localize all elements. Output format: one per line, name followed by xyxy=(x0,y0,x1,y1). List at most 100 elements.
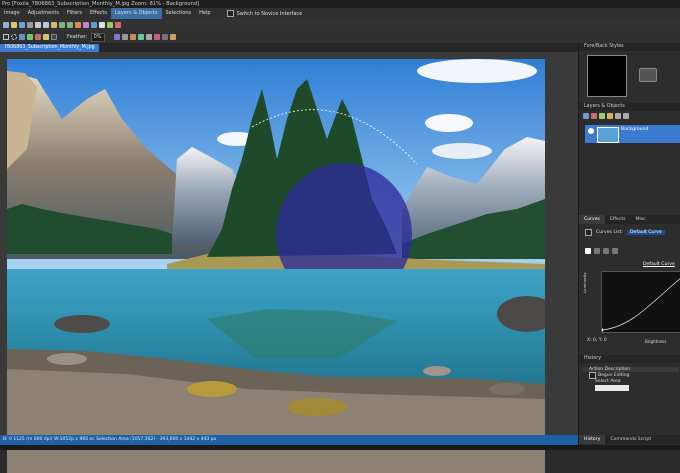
curve-channel-icon[interactable] xyxy=(612,248,618,254)
curve-y-label: Luminosity xyxy=(582,272,587,293)
foreground-color-swatch[interactable] xyxy=(587,55,627,97)
status-text: B: 0 1125 (m 000 dpi) W:1052p x 960 ec S… xyxy=(3,437,217,442)
menu-bar: Image Adjustments Filters Effects Layers… xyxy=(0,8,680,19)
photo-canvas[interactable] xyxy=(7,59,545,473)
bottom-panel-tabs: History Commands Script xyxy=(579,435,680,444)
color-icon[interactable] xyxy=(153,34,160,40)
tool-options-bar: Feather: 0% xyxy=(0,31,680,43)
crop-icon[interactable] xyxy=(75,22,81,28)
redo-icon[interactable] xyxy=(67,22,73,28)
landscape-photo xyxy=(7,59,545,473)
menu-filters[interactable]: Filters xyxy=(63,8,86,19)
tab-commands-script[interactable]: Commands Script xyxy=(605,435,656,444)
history-list: Action Description Begun Editing Select … xyxy=(583,367,679,407)
antialias-icon[interactable] xyxy=(51,34,57,40)
curve-pointer-icon[interactable] xyxy=(585,248,591,254)
move-icon[interactable] xyxy=(145,34,152,40)
curve-reset-icon[interactable] xyxy=(603,248,609,254)
layers-objects-title: Layers & Objects xyxy=(584,104,625,109)
layer-props-icon[interactable] xyxy=(607,113,613,119)
adjust-icon[interactable] xyxy=(91,22,97,28)
status-bar: B: 0 1125 (m 000 dpi) W:1052p x 960 ec S… xyxy=(0,435,578,445)
menu-selections[interactable]: Selections xyxy=(162,8,196,19)
feather-label: Feather: xyxy=(67,34,88,40)
canvas-area[interactable] xyxy=(0,52,578,473)
curves-list-label: Curves List: xyxy=(596,230,623,235)
document-tab[interactable]: 7806863_Subscription_Monthly_M.jpg xyxy=(0,44,99,52)
history-checkbox[interactable] xyxy=(589,372,596,379)
merge-layer-icon[interactable] xyxy=(599,113,605,119)
print-icon[interactable] xyxy=(27,22,33,28)
delete-layer-icon[interactable] xyxy=(591,113,597,119)
history-header: History xyxy=(579,355,680,363)
subtract-selection-icon[interactable] xyxy=(35,34,41,40)
swap-colors-icon[interactable] xyxy=(639,68,657,82)
window-bottom-edge xyxy=(0,445,680,450)
open-folder-icon[interactable] xyxy=(11,22,17,28)
menu-adjustments[interactable]: Adjustments xyxy=(24,8,63,19)
layer-thumbnail xyxy=(597,127,619,143)
selection-style-icon[interactable] xyxy=(121,34,128,40)
close-doc-icon[interactable] xyxy=(115,22,121,28)
curves-list-select[interactable]: Default Curve xyxy=(626,230,665,235)
options-icon[interactable] xyxy=(161,34,168,40)
transform-icon[interactable] xyxy=(169,34,176,40)
add-selection-icon[interactable] xyxy=(27,34,33,40)
curve-line xyxy=(600,278,680,332)
copy-icon[interactable] xyxy=(43,22,49,28)
history-item[interactable]: Begun Editing xyxy=(583,372,679,379)
wand-icon[interactable] xyxy=(137,34,144,40)
curves-list-row: Curves List: Default Curve xyxy=(585,228,680,237)
layer-name: Background xyxy=(621,127,649,132)
effects-icon[interactable] xyxy=(83,22,89,28)
history-item[interactable]: Select Area xyxy=(583,379,679,384)
move-down-icon[interactable] xyxy=(623,113,629,119)
switch-interface-toggle[interactable]: Switch to Novice Interface xyxy=(226,10,303,17)
cut-icon[interactable] xyxy=(35,22,41,28)
rect-select-icon[interactable] xyxy=(3,34,9,40)
fore-back-styles-title: Fore/Back Styles xyxy=(584,44,624,49)
text-icon[interactable] xyxy=(99,22,105,28)
undo-icon[interactable] xyxy=(59,22,65,28)
history-item-label: Begun Editing xyxy=(598,373,630,378)
switch-interface-checkbox[interactable] xyxy=(226,10,234,17)
menu-help[interactable]: Help xyxy=(195,8,214,19)
main-toolbar xyxy=(0,19,680,31)
history-title: History xyxy=(584,356,602,361)
curves-toolbar xyxy=(585,248,680,258)
menu-layers-objects[interactable]: Layers & Objects xyxy=(110,8,162,19)
layer-icon[interactable] xyxy=(107,22,113,28)
eye-icon[interactable] xyxy=(588,128,594,134)
new-selection-icon[interactable] xyxy=(19,34,25,40)
tab-effects[interactable]: Effects xyxy=(605,215,631,224)
curve-graph[interactable] xyxy=(600,271,680,333)
document-tab-bar: 7806863_Subscription_Monthly_M.jpg xyxy=(0,43,578,52)
save-icon[interactable] xyxy=(19,22,25,28)
new-layer-icon[interactable] xyxy=(583,113,589,119)
selection-mode-icon[interactable] xyxy=(113,34,120,40)
switch-interface-label: Switch to Novice Interface xyxy=(236,10,303,17)
brush-icon[interactable] xyxy=(129,34,136,40)
menu-image[interactable]: Image xyxy=(0,8,24,19)
window-title-bar: Pro [Foxila_7806863_Subscription_Monthly… xyxy=(0,0,680,8)
curves-list-checkbox[interactable] xyxy=(585,229,592,236)
curves-tabs: Curves Effects Misc xyxy=(579,215,680,224)
history-active-bar xyxy=(595,385,629,391)
tab-curves[interactable]: Curves xyxy=(579,215,605,224)
feather-input[interactable]: 0% xyxy=(90,32,105,42)
tab-misc[interactable]: Misc xyxy=(631,215,651,224)
tab-history[interactable]: History xyxy=(579,435,606,444)
paste-icon[interactable] xyxy=(51,22,57,28)
layers-toolbar xyxy=(583,113,677,120)
new-file-icon[interactable] xyxy=(3,22,9,28)
move-up-icon[interactable] xyxy=(615,113,621,119)
fore-back-styles-header: Fore/Back Styles xyxy=(579,43,680,51)
layer-row-background[interactable]: Background xyxy=(585,125,680,143)
window-title: Pro [Foxila_7806863_Subscription_Monthly… xyxy=(2,1,200,7)
menu-effects[interactable]: Effects xyxy=(86,8,111,19)
right-panel: Fore/Back Styles Layers & Objects Backgr… xyxy=(578,43,680,445)
curve-pencil-icon[interactable] xyxy=(594,248,600,254)
curve-x-label: Brightness xyxy=(645,339,667,344)
ellipse-select-icon[interactable] xyxy=(11,34,17,40)
intersect-selection-icon[interactable] xyxy=(43,34,49,40)
